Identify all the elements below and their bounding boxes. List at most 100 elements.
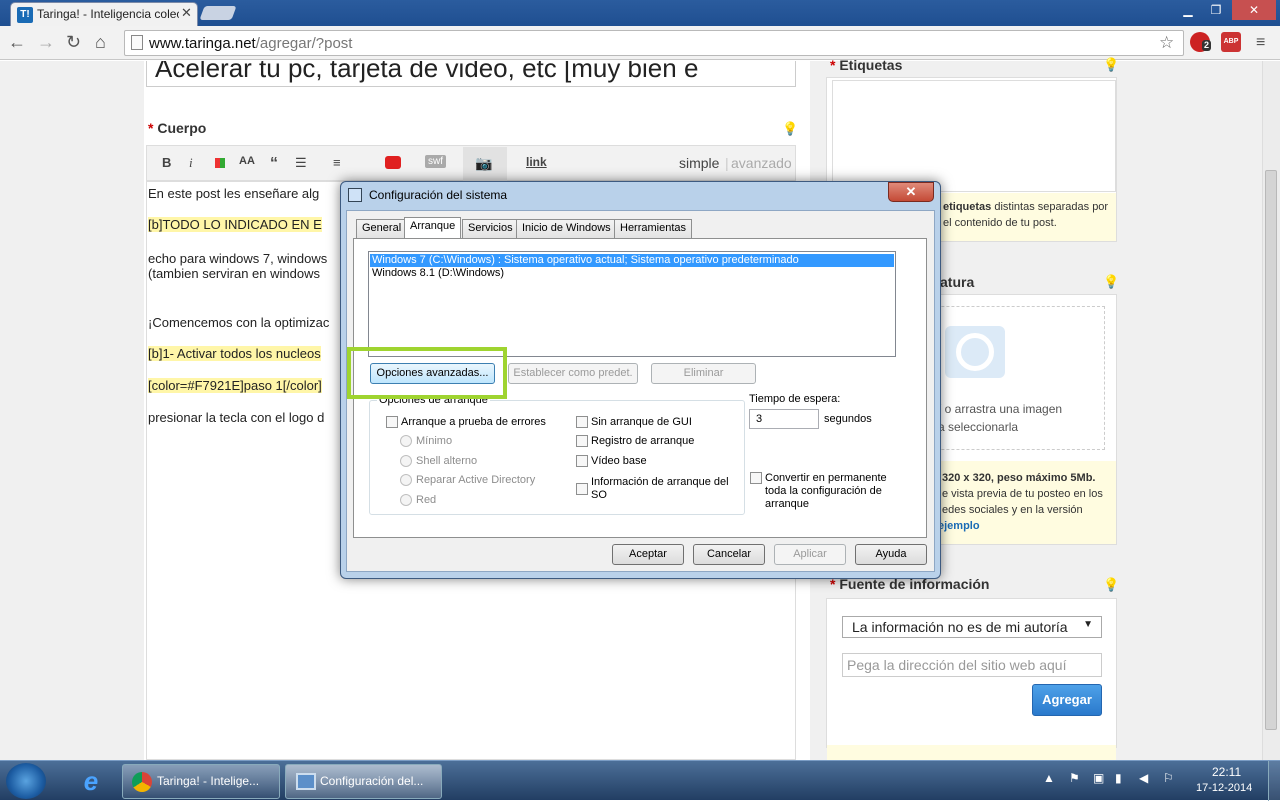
minimal-radio[interactable] (400, 435, 412, 447)
timeout-label: Tiempo de espera: (749, 393, 841, 405)
fuente-url-input[interactable]: Pega la dirección del sitio web aquí (842, 653, 1102, 677)
os-info-checkbox[interactable] (576, 483, 588, 495)
maximize-button[interactable]: ❐ (1202, 0, 1230, 20)
etiquetas-input[interactable] (832, 80, 1116, 192)
taskbar-msconfig-item[interactable]: Configuración del... (285, 764, 442, 799)
dialog-close-button[interactable]: ✕ (888, 182, 934, 202)
ejemplo-link[interactable]: ejemplo (938, 520, 980, 532)
list-icon[interactable]: ☰ (295, 155, 307, 171)
network-radio[interactable] (400, 494, 412, 506)
permanent-checkbox[interactable] (750, 472, 762, 484)
swf-button[interactable]: swf (425, 155, 446, 168)
delete-button[interactable]: Eliminar (651, 363, 756, 384)
etiquetas-hint-2: el contenido de tu post. (943, 217, 1057, 229)
editor-line-1: En este post les enseñare alg (148, 186, 320, 201)
show-desktop-button[interactable] (1268, 761, 1280, 801)
clock-time[interactable]: 22:11 (1212, 765, 1241, 779)
etiquetas-hint: etiquetas distintas separadas por (943, 201, 1108, 213)
set-default-button[interactable]: Establecer como predet. (508, 363, 638, 384)
align-icon[interactable]: ≡ (333, 155, 341, 170)
network-label: Red (416, 494, 437, 506)
flag-icon[interactable]: ⚐ (1163, 771, 1174, 785)
tab-close-icon[interactable]: ✕ (181, 5, 192, 21)
bold-button[interactable]: B (162, 155, 171, 170)
post-title-input[interactable]: Acelerar tu pc, tarjeta de video, etc [m… (146, 61, 796, 87)
os-entry-windows7[interactable]: Windows 7 (C:\Windows) : Sistema operati… (370, 254, 894, 267)
home-icon[interactable]: ⌂ (95, 32, 106, 53)
youtube-icon[interactable] (385, 156, 401, 169)
miniatura-label: atura (940, 274, 975, 290)
dialog-title: Configuración del sistema (369, 188, 508, 202)
alt-shell-radio[interactable] (400, 455, 412, 467)
agregar-button[interactable]: Agregar (1032, 684, 1102, 716)
font-size-button[interactable]: AA (239, 155, 255, 167)
safe-boot-checkbox[interactable] (386, 416, 398, 428)
mode-separator: | (725, 155, 729, 171)
minimal-label: Mínimo (416, 435, 453, 447)
preview-note-1: e vista previa de tu posteo en los (942, 488, 1103, 500)
tab-inicio-windows[interactable]: Inicio de Windows (516, 219, 617, 238)
editor-line-5: ¡Comencemos con la optimizac (148, 315, 330, 330)
new-tab-button[interactable] (199, 6, 237, 20)
taringa-favicon-icon: T! (17, 7, 33, 23)
apply-button[interactable]: Aplicar (774, 544, 846, 565)
camera-icon[interactable]: 📷 (475, 155, 492, 172)
tab-herramientas[interactable]: Herramientas (614, 219, 693, 238)
close-window-button[interactable]: ✕ (1232, 0, 1276, 20)
italic-button[interactable]: i (189, 155, 193, 171)
os-list[interactable]: Windows 7 (C:\Windows) : Sistema operati… (368, 251, 896, 357)
tab-general[interactable]: General (356, 219, 408, 238)
reload-icon[interactable]: ↻ (66, 32, 81, 53)
back-arrow-icon[interactable]: ← (8, 32, 26, 53)
upload-hint-2: a seleccionarla (938, 420, 1019, 434)
body-label-text: Cuerpo (157, 120, 207, 136)
notification-icon[interactable]: ▲ (1043, 771, 1055, 785)
cancel-button[interactable]: Cancelar (693, 544, 765, 565)
body-label: * Cuerpo (148, 120, 207, 136)
os-entry-windows81[interactable]: Windows 8.1 (D:\Windows) (370, 267, 894, 280)
security-icon[interactable]: ⚑ (1069, 771, 1080, 785)
url-domain: www.taringa.net (149, 35, 256, 52)
base-video-label: Vídeo base (591, 455, 647, 467)
etiquetas-bulb-icon[interactable]: 💡 (1103, 57, 1119, 73)
link-button[interactable]: link (526, 155, 547, 169)
miniatura-bulb-icon[interactable]: 💡 (1103, 274, 1119, 290)
ext-abp-icon[interactable]: ABP (1221, 32, 1241, 52)
ext2-label: ABP (1223, 38, 1239, 45)
minimize-button[interactable]: ▁ (1174, 0, 1202, 20)
fuente-select[interactable]: La información no es de mi autoría ▼ (842, 616, 1102, 638)
device-icon[interactable]: ▣ (1093, 771, 1104, 785)
quote-button[interactable]: “ (270, 155, 278, 173)
windows-taskbar: e Taringa! - Intelige... Configuración d… (0, 760, 1280, 801)
ext-adblock-icon[interactable]: 2 (1190, 32, 1212, 52)
internet-explorer-icon[interactable]: e (74, 765, 108, 797)
clock-date[interactable]: 17-12-2014 (1196, 782, 1252, 794)
bookmark-star-icon[interactable]: ☆ (1159, 33, 1174, 53)
hint-bulb-icon[interactable]: 💡 (782, 121, 798, 137)
no-gui-checkbox[interactable] (576, 416, 588, 428)
volume-icon[interactable]: ◀ (1139, 771, 1148, 785)
address-bar[interactable]: www.taringa.net/agregar/?post ☆ (124, 30, 1184, 56)
base-video-checkbox[interactable] (576, 455, 588, 467)
network-icon[interactable]: ▮ (1115, 771, 1122, 785)
color-palette-icon[interactable] (215, 158, 225, 168)
advanced-mode-button[interactable]: avanzado (731, 155, 792, 171)
start-button[interactable] (6, 763, 46, 799)
timeout-input[interactable]: 3 (749, 409, 819, 429)
editor-line-2: [b]TODO LO INDICADO EN E (148, 217, 322, 232)
help-button[interactable]: Ayuda (855, 544, 927, 565)
tab-arranque[interactable]: Arranque (404, 217, 462, 240)
simple-mode-button[interactable]: simple (679, 155, 719, 171)
taskbar-chrome-item[interactable]: Taringa! - Intelige... (122, 764, 280, 799)
tab-servicios[interactable]: Servicios (462, 219, 519, 238)
ok-button[interactable]: Aceptar (612, 544, 684, 565)
browser-tab-taringa[interactable]: T! Taringa! - Inteligencia colectiva ✕ (10, 2, 198, 26)
boot-log-checkbox[interactable] (576, 435, 588, 447)
editor-line-8: presionar la tecla con el logo d (148, 410, 325, 425)
scrollbar-thumb[interactable] (1265, 170, 1277, 730)
msconfig-icon (348, 188, 362, 202)
fuente-bulb-icon[interactable]: 💡 (1103, 577, 1119, 593)
forward-arrow-icon[interactable]: → (37, 32, 55, 53)
menu-icon[interactable]: ≡ (1256, 34, 1265, 52)
repair-ad-radio[interactable] (400, 474, 412, 486)
